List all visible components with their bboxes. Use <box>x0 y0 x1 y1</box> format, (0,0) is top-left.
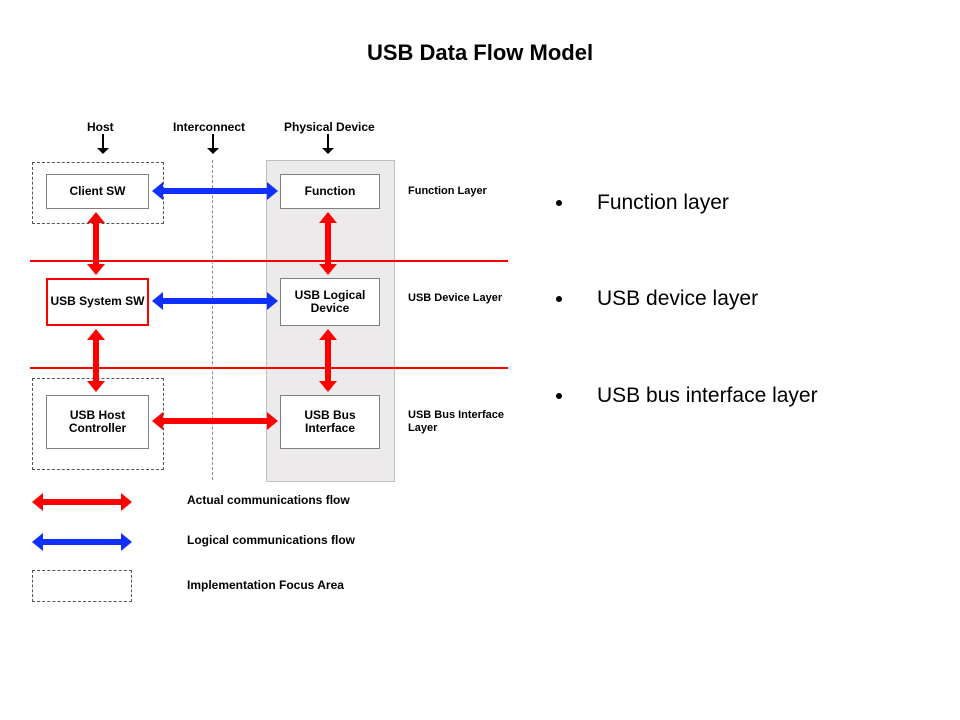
bullet-bus: USB bus interface layer <box>575 383 935 409</box>
bullet-device: USB device layer <box>575 286 935 312</box>
legend-row-logical: Logical communications flow <box>32 530 512 556</box>
actual-flow-arrow-dev-2 <box>319 329 337 392</box>
logical-flow-arrow-2 <box>152 292 278 310</box>
logical-flow-arrow-1 <box>152 182 278 200</box>
legend-label-actual: Actual communications flow <box>187 493 350 507</box>
actual-flow-arrow-bus <box>152 412 278 430</box>
legend-label-focus: Implementation Focus Area <box>187 578 344 592</box>
layer-label-bus: USB Bus Interface Layer <box>408 409 508 434</box>
legend-row-actual: Actual communications flow <box>32 490 512 516</box>
block-function: Function <box>280 174 380 209</box>
diagram: Host Interconnect Physical Device Client… <box>30 120 535 620</box>
legend-label-logical: Logical communications flow <box>187 533 355 547</box>
block-usb-system-sw: USB System SW <box>46 278 149 326</box>
actual-flow-arrow-host-1 <box>87 212 105 275</box>
layer-label-function: Function Layer <box>408 185 508 198</box>
bullet-function: Function layer <box>575 190 935 216</box>
interconnect-dashed-line <box>212 160 213 480</box>
actual-flow-arrow-dev-1 <box>319 212 337 275</box>
block-usb-host-controller: USB Host Controller <box>46 395 149 449</box>
legend-row-focus: Implementation Focus Area <box>32 570 512 604</box>
block-client-sw: Client SW <box>46 174 149 209</box>
col-header-host: Host <box>87 120 114 134</box>
legend-arrow-red <box>32 493 132 511</box>
legend-dashed-box <box>32 570 132 602</box>
legend: Actual communications flow Logical commu… <box>32 490 512 618</box>
actual-flow-arrow-host-2 <box>87 329 105 392</box>
layer-bullet-list: Function layer USB device layer USB bus … <box>555 190 935 479</box>
page-title: USB Data Flow Model <box>0 40 960 66</box>
block-usb-bus-interface: USB Bus Interface <box>280 395 380 449</box>
block-usb-logical-device: USB Logical Device <box>280 278 380 326</box>
col-header-interconnect: Interconnect <box>173 120 245 134</box>
layer-label-device: USB Device Layer <box>408 292 508 305</box>
col-header-physical-device: Physical Device <box>284 120 375 134</box>
legend-arrow-blue <box>32 533 132 551</box>
